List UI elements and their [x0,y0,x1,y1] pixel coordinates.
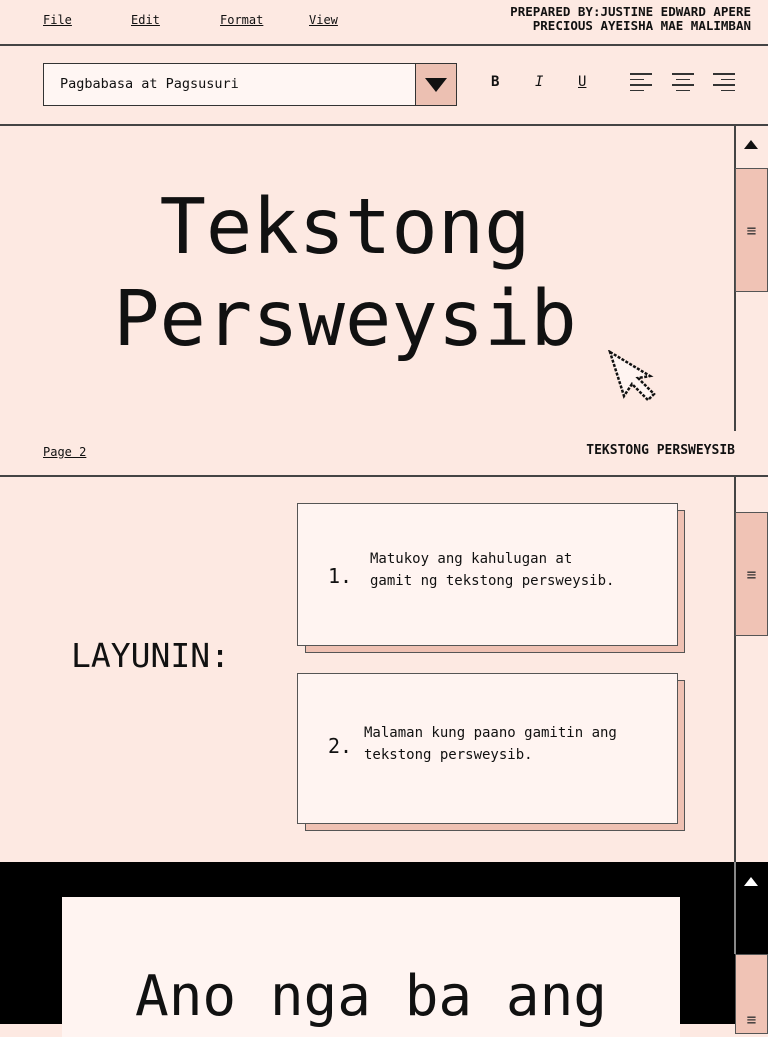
objective-card-2: 2. Malaman kung paano gamitin ang teksto… [297,673,678,824]
layunin-heading: LAYUNIN: [71,636,230,675]
objective-number: 1. [328,564,353,588]
chevron-down-icon [425,77,447,92]
footer-title: TEKSTONG PERSWEYSIB [586,443,735,458]
divider [0,475,768,477]
menu-edit[interactable]: Edit [131,13,160,27]
dropdown-button[interactable] [415,64,456,105]
divider [0,124,768,126]
menu-format[interactable]: Format [220,13,263,27]
slide3-card: Ano nga ba ang [62,897,680,1037]
divider [0,44,768,46]
title-line1: Tekstong [159,183,531,272]
italic-button[interactable]: I [535,74,543,90]
slide3-title: Ano nga ba ang [134,964,607,1029]
menu-view[interactable]: View [309,13,338,27]
scrollbar-thumb[interactable]: ≡ [735,168,768,292]
align-right-icon[interactable] [713,73,735,91]
align-left-icon[interactable] [630,73,652,91]
prepared-by: PREPARED BY:JUSTINE EDWARD APERE PRECIOU… [510,5,751,33]
scroll-up-icon[interactable] [744,140,758,149]
align-center-icon[interactable] [672,73,694,91]
title-line2: Persweysib [113,275,577,364]
scroll-up-icon[interactable] [744,877,758,886]
objective-text: Matukoy ang kahulugan at gamit ng teksto… [370,551,615,589]
prepared-by-line1: PREPARED BY:JUSTINE EDWARD APERE [510,4,751,19]
slide-title: Tekstong Persweysib [0,182,690,366]
scrollbar-track [734,862,736,954]
cursor-icon [608,350,656,402]
objective-card-1: 1. Matukoy ang kahulugan at gamit ng tek… [297,503,678,646]
font-select-value: Pagbabasa at Pagsusuri [60,76,239,92]
objective-text: Malaman kung paano gamitin ang tekstong … [364,725,617,763]
bold-button[interactable]: B [491,74,499,90]
underline-button[interactable]: U [578,74,586,90]
menu-file[interactable]: File [43,13,72,27]
prepared-by-line2: PRECIOUS AYEISHA MAE MALIMBAN [532,18,751,33]
objective-number: 2. [328,734,353,758]
page-number[interactable]: Page 2 [43,445,86,459]
font-select[interactable]: Pagbabasa at Pagsusuri [43,63,457,106]
scrollbar-thumb[interactable]: ≡ [735,512,768,636]
scrollbar-thumb[interactable]: ≡ [735,954,768,1034]
